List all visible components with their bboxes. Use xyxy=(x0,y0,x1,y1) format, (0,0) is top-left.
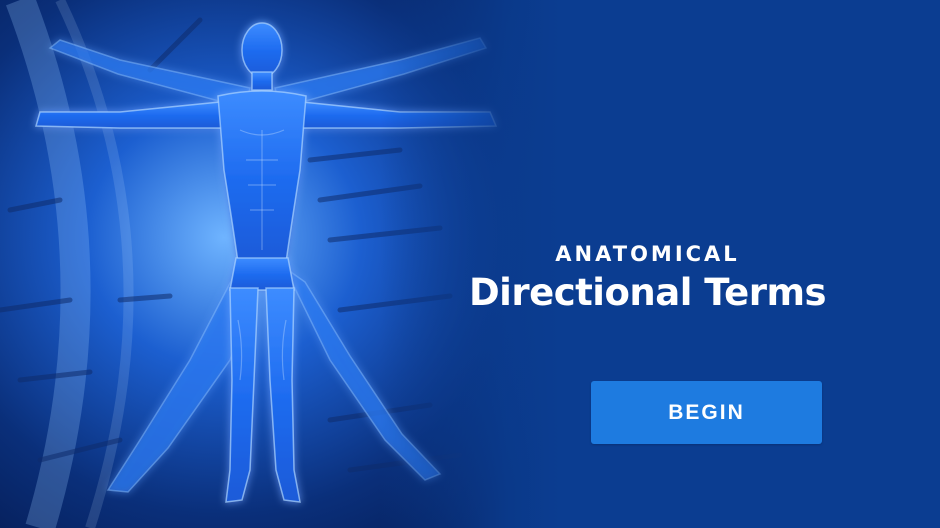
page-title: Directional Terms xyxy=(468,271,827,314)
begin-button[interactable]: BEGIN xyxy=(591,381,822,444)
intro-slide: ANATOMICAL Directional Terms BEGIN xyxy=(0,0,940,528)
subtitle: ANATOMICAL xyxy=(555,242,740,266)
heading-block: ANATOMICAL Directional Terms xyxy=(385,240,910,316)
